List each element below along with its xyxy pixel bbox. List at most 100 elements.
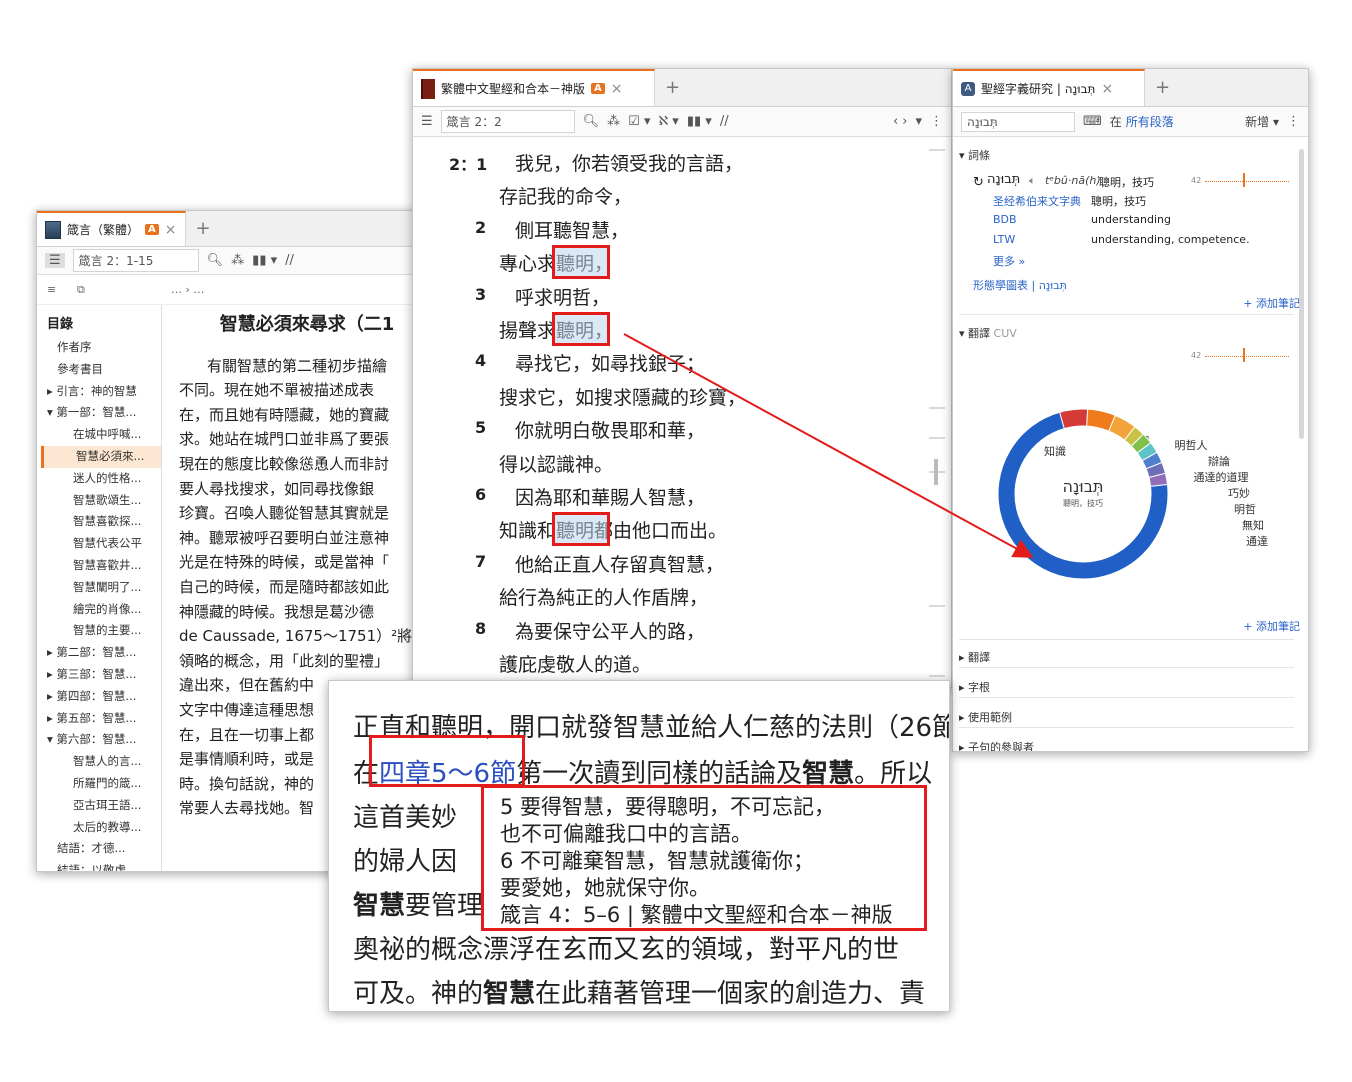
commentary-line: de Caussade, 1675～1751）²將 (179, 627, 413, 646)
morphology-chart-link[interactable]: 形態學圖表 | תְּבוּנָה (973, 277, 1067, 293)
toc-item[interactable]: ▾ 第一部：智慧... (41, 402, 161, 424)
toc-item[interactable]: 作者序 (41, 337, 161, 359)
popup-source[interactable]: 箴言 4：5–6 | 繁體中文聖經和合本－神版 (500, 902, 908, 929)
occurrence-marker (1243, 173, 1245, 187)
entries-section-header[interactable]: ▾ 詞條 (959, 147, 990, 163)
donut-center-gloss: 聰明，技巧 (1063, 498, 1103, 508)
chevron-down-icon[interactable]: ▾ (915, 114, 922, 129)
visual-filter-icon[interactable]: ⁂ (231, 253, 244, 268)
section-title: 智慧必須來尋求（二1 (219, 314, 395, 335)
toc-item[interactable]: 智慧歌頌生... (41, 490, 161, 512)
copy-icon[interactable]: ⧉ (77, 283, 85, 297)
toc-item[interactable]: 智慧喜歡探... (41, 511, 161, 533)
menu-icon[interactable]: ☰ (421, 114, 433, 129)
search-icon[interactable]: 🔍︎ (207, 253, 224, 268)
toc-item[interactable]: 在城中呼喊... (41, 424, 161, 446)
checkbox-icon[interactable]: ☑ ▾ (628, 114, 650, 129)
add-note-link[interactable]: + 添加筆記 (1243, 618, 1300, 634)
toc-item[interactable]: 智慧代表公平 (41, 533, 161, 555)
verse-number[interactable]: 2 (475, 218, 486, 237)
donut-label: 知識 (1044, 444, 1066, 458)
verse-number[interactable]: 5 (475, 418, 486, 437)
lemma-search-input[interactable]: תְּבוּנָה (961, 111, 1075, 132)
close-icon[interactable]: × (1101, 81, 1113, 97)
reference-popup: 5 要得智慧，要得聰明，不可忘記， 也不可偏離我口中的言語。 6 不可離棄智慧，智慧… (481, 785, 927, 931)
search-icon[interactable]: 🔍︎ (583, 114, 600, 129)
breadcrumb[interactable]: … › … (171, 283, 204, 296)
sync-icon[interactable]: // (720, 114, 729, 129)
toc-item[interactable]: ▸ 第四部：智慧... (41, 686, 161, 708)
toc-item[interactable]: 所羅門的箴... (41, 773, 161, 795)
toc-item[interactable]: ▸ 第二部：智慧... (41, 642, 161, 664)
add-note-link[interactable]: + 添加筆記 (1243, 295, 1300, 311)
reference-input[interactable]: 箴言 2：2 (440, 110, 575, 133)
commentary-line: 領略的概念，用「此刻的聖禮」 (179, 651, 390, 670)
toc-item[interactable]: 亞古珥王語... (41, 795, 161, 817)
toc-item[interactable]: 繪完的肖像... (41, 599, 161, 621)
parallel-icon[interactable]: ▮▮ ▾ (252, 253, 277, 268)
collapsed-section-header[interactable]: ▸ 子句的參與者 (959, 739, 1034, 751)
speaker-icon[interactable]: 🔈︎ (1029, 174, 1036, 188)
verse-number[interactable]: 8 (475, 619, 486, 638)
new-tab-plus-icon[interactable]: + (186, 218, 221, 239)
toc-item[interactable]: 智慧喜歡井... (41, 555, 161, 577)
interlinear-icon[interactable]: ℵ ▾ (658, 114, 678, 129)
visual-filter-icon[interactable]: ⁂ (607, 114, 620, 129)
word-study-tab[interactable]: A 聖經字義研究 | תְּבוּנָה × (953, 69, 1145, 106)
more-link[interactable]: 更多 » (993, 253, 1025, 269)
scrollbar[interactable] (1299, 149, 1304, 439)
toc-item[interactable]: 智慧的主要... (41, 620, 161, 642)
toc-item[interactable]: 智慧闡明了... (41, 577, 161, 599)
new-dropdown[interactable]: 新增 ▾ (1245, 113, 1279, 130)
parallel-icon[interactable]: ▮▮ ▾ (687, 114, 712, 129)
toc-item[interactable]: 結語：以敬虔... (41, 860, 161, 871)
toc-item[interactable]: 太后的教導... (41, 817, 161, 839)
toc-item[interactable]: ▸ 引言：神的智慧 (41, 381, 161, 403)
menu-icon[interactable]: ☰ (45, 253, 65, 268)
toc-item[interactable]: 結語：才德... (41, 838, 161, 860)
toc-item[interactable]: 智慧必須來... (41, 445, 161, 468)
commentary-tab[interactable]: 箴言（繁體） A × (37, 211, 186, 246)
toc-item[interactable]: 參考書目 (41, 359, 161, 381)
donut-label: 明哲 (1234, 503, 1256, 516)
verse-number[interactable]: 3 (475, 285, 486, 304)
dictionary-source-link[interactable]: LTW (993, 233, 1015, 246)
close-icon[interactable]: × (611, 81, 623, 97)
toc-item[interactable]: ▾ 第六部：智慧... (41, 729, 161, 751)
toc-item[interactable]: 智慧人的言... (41, 751, 161, 773)
verse-number[interactable]: 7 (475, 552, 486, 571)
commentary-line: 在，而且她有時隱藏，她的寶藏 (179, 405, 390, 424)
verse-number[interactable]: 2：1 (449, 151, 487, 175)
donut-label: 巧妙 (1228, 486, 1250, 500)
toc-item[interactable]: 迷人的性格... (41, 468, 161, 490)
toc-toggle-icon[interactable]: ≡ (47, 283, 56, 296)
commentary-line: 自己的時候，而是隨時都該如此 (179, 577, 390, 596)
more-options-icon[interactable]: ⋮ (930, 114, 943, 129)
new-tab-plus-icon[interactable]: + (655, 77, 690, 98)
toc-item[interactable]: ▸ 第五部：智慧... (41, 708, 161, 730)
back-arrow-icon[interactable]: ‹ › (893, 114, 908, 129)
toc-item[interactable]: ▸ 第三部：智慧... (41, 664, 161, 686)
more-options-icon[interactable]: ⋮ (1287, 114, 1300, 129)
scrollbar[interactable] (929, 139, 949, 687)
scope-link[interactable]: 所有段落 (1126, 113, 1174, 130)
collapsed-section-header[interactable]: ▸ 使用範例 (959, 709, 1012, 725)
collapsed-section-header[interactable]: ▸ 字根 (959, 679, 990, 695)
dictionary-source-link[interactable]: 圣经希伯来文字典 (993, 193, 1081, 209)
translation-section-header[interactable]: ▾ 翻譯 CUV (959, 325, 1017, 341)
translation-donut-chart[interactable]: 知識智慧明哲人辯論通達的道理巧妙明哲無知通達聰明תְּבוּנָה聰明，技巧 (953, 369, 1309, 609)
link-highlight-box (369, 735, 525, 787)
dictionary-source-link[interactable]: BDB (993, 213, 1017, 226)
bible-tab[interactable]: 繁體中文聖經和合本－神版 A × (413, 69, 655, 106)
reference-input[interactable]: 箴言 2：1-15 (72, 249, 199, 272)
close-icon[interactable]: × (165, 222, 177, 238)
keyboard-icon[interactable]: ⌨ (1083, 114, 1102, 129)
donut-label: 通達 (1246, 535, 1268, 548)
scroll-thumb[interactable] (934, 459, 938, 485)
refresh-icon[interactable]: ↻ (973, 175, 984, 190)
sync-icon[interactable]: // (285, 253, 294, 268)
collapsed-section-header[interactable]: ▸ 翻譯 (959, 649, 990, 665)
verse-number[interactable]: 6 (475, 485, 486, 504)
new-tab-plus-icon[interactable]: + (1145, 77, 1180, 98)
verse-number[interactable]: 4 (475, 351, 486, 370)
